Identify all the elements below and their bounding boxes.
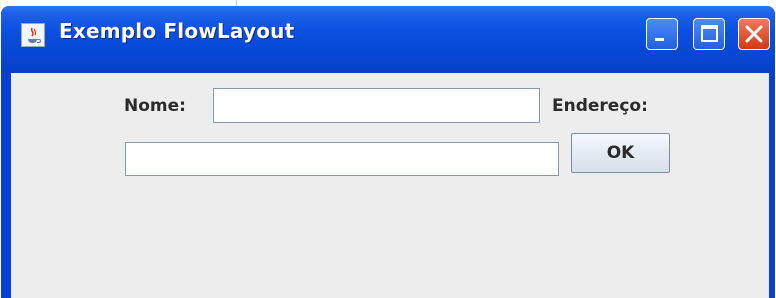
ok-button[interactable]: OK: [571, 133, 670, 173]
app-window: Exemplo FlowLayout Nome: Endereço: OK: [1, 6, 775, 298]
content-pane: Nome: Endereço: OK: [11, 73, 769, 298]
title-bar[interactable]: Exemplo FlowLayout: [1, 6, 775, 73]
nome-input[interactable]: [213, 88, 540, 123]
window-title: Exemplo FlowLayout: [59, 19, 295, 43]
java-cup-icon: [21, 23, 45, 47]
minimize-icon: [655, 38, 664, 41]
close-button[interactable]: [738, 18, 770, 50]
endereco-label: Endereço:: [552, 96, 648, 116]
maximize-icon: [701, 25, 718, 42]
close-icon: [745, 25, 763, 43]
minimize-button[interactable]: [646, 18, 678, 50]
maximize-button[interactable]: [693, 18, 725, 50]
endereco-input[interactable]: [125, 142, 559, 176]
nome-label: Nome:: [124, 96, 186, 116]
